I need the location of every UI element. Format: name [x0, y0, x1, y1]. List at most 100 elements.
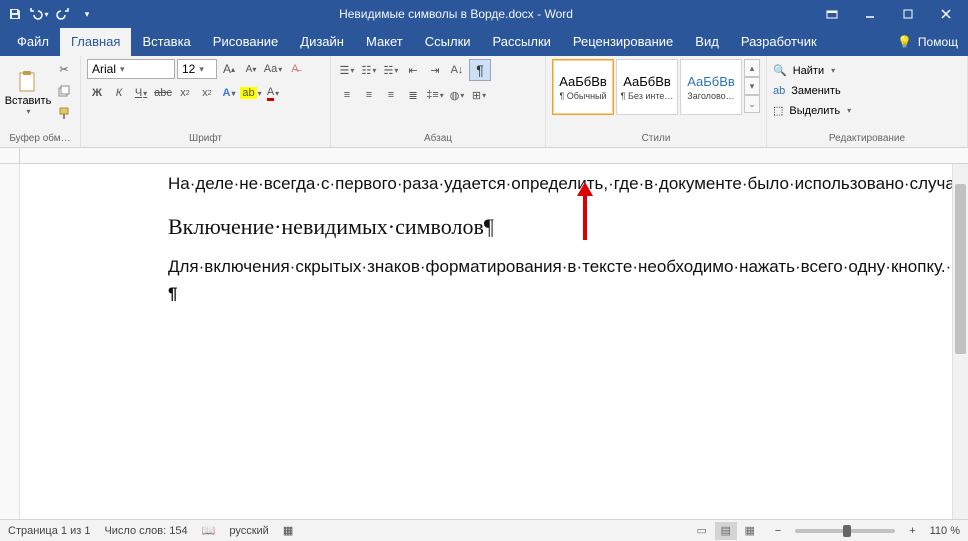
sort-icon[interactable]: A↓: [447, 60, 467, 80]
titlebar: ▾ ▾ Невидимые символы в Ворде.docx - Wor…: [0, 0, 968, 28]
bold-button[interactable]: Ж: [87, 83, 107, 103]
tab-design[interactable]: Дизайн: [289, 28, 355, 56]
decrease-indent-icon[interactable]: ⇤: [403, 60, 423, 80]
change-case-icon[interactable]: Aa▾: [263, 59, 283, 79]
group-font: Arial▾ 12▾ A▴ A▾ Aa▾ A̶ Ж К Ч▾ abc x2 x2…: [81, 56, 331, 147]
redo-icon[interactable]: [52, 3, 74, 25]
subscript-button[interactable]: x2: [175, 83, 195, 103]
bullets-icon[interactable]: ☰▾: [337, 60, 357, 80]
style-normal[interactable]: АаБбВв¶ Обычный: [552, 59, 614, 115]
justify-icon[interactable]: ≣: [403, 85, 423, 105]
cursor-paragraph: ¶: [168, 282, 862, 306]
document-area: На·деле·не·всегда·с·первого·раза·удается…: [0, 164, 968, 519]
lightbulb-icon: 💡: [897, 35, 912, 49]
replace-button[interactable]: abЗаменить: [773, 81, 841, 100]
style-heading1[interactable]: АаБбВвЗаголово…: [680, 59, 742, 115]
italic-button[interactable]: К: [109, 83, 129, 103]
select-icon: ⬚: [773, 104, 783, 117]
vertical-scrollbar[interactable]: [952, 164, 968, 519]
superscript-button[interactable]: x2: [197, 83, 217, 103]
line-spacing-icon[interactable]: ‡≡▾: [425, 85, 445, 105]
grow-font-icon[interactable]: A▴: [219, 59, 239, 79]
group-editing: 🔍Найти▾ abЗаменить ⬚Выделить▾ Редактиров…: [767, 56, 968, 147]
increase-indent-icon[interactable]: ⇥: [425, 60, 445, 80]
strikethrough-button[interactable]: abc: [153, 83, 173, 103]
scroll-thumb[interactable]: [955, 184, 966, 354]
show-hide-marks-button[interactable]: ¶: [469, 59, 491, 81]
align-center-icon[interactable]: ≡: [359, 85, 379, 105]
status-macro-icon[interactable]: ▦: [283, 524, 293, 537]
font-color-icon[interactable]: A▾: [263, 83, 283, 103]
style-no-spacing[interactable]: АаБбВв¶ Без инте…: [616, 59, 678, 115]
minimize-icon[interactable]: [852, 0, 888, 28]
align-right-icon[interactable]: ≡: [381, 85, 401, 105]
save-icon[interactable]: [4, 3, 26, 25]
page-content[interactable]: На·деле·не·всегда·с·первого·раза·удается…: [20, 164, 952, 330]
tab-view[interactable]: Вид: [684, 28, 730, 56]
align-left-icon[interactable]: ≡: [337, 85, 357, 105]
font-size-combo[interactable]: 12▾: [177, 59, 217, 79]
ribbon-tabs: Файл Главная Вставка Рисование Дизайн Ма…: [0, 28, 968, 56]
shrink-font-icon[interactable]: A▾: [241, 59, 261, 79]
tell-me[interactable]: 💡 Помощ: [887, 28, 968, 56]
underline-button[interactable]: Ч▾: [131, 83, 151, 103]
tab-file[interactable]: Файл: [6, 28, 60, 56]
zoom-slider[interactable]: [795, 529, 895, 533]
numbering-icon[interactable]: ☷▾: [359, 60, 379, 80]
horizontal-ruler[interactable]: [0, 148, 968, 164]
tab-home[interactable]: Главная: [60, 28, 131, 56]
status-proofing-icon[interactable]: 📖: [202, 524, 216, 537]
paragraph-body: Для·включения·скрытых·знаков·форматирова…: [168, 255, 862, 279]
read-mode-icon[interactable]: ▭: [691, 522, 713, 540]
text-effects-icon[interactable]: A▾: [219, 83, 239, 103]
tab-layout[interactable]: Макет: [355, 28, 414, 56]
tab-references[interactable]: Ссылки: [414, 28, 482, 56]
status-words[interactable]: Число слов: 154: [104, 525, 187, 537]
tab-insert[interactable]: Вставка: [131, 28, 201, 56]
zoom-in-icon[interactable]: +: [909, 525, 915, 537]
heading: Включение·невидимых·символов¶: [168, 212, 862, 243]
tab-mailings[interactable]: Рассылки: [482, 28, 562, 56]
quick-access-toolbar: ▾ ▾: [4, 3, 98, 25]
zoom-level[interactable]: 110 %: [930, 525, 960, 537]
zoom-out-icon[interactable]: −: [775, 525, 781, 537]
highlight-icon[interactable]: ab▾: [241, 83, 261, 103]
multilevel-icon[interactable]: ☵▾: [381, 60, 401, 80]
paste-button[interactable]: Вставить ▾: [6, 59, 50, 125]
maximize-icon[interactable]: [890, 0, 926, 28]
shading-icon[interactable]: ◍▾: [447, 85, 467, 105]
borders-icon[interactable]: ⊞▾: [469, 85, 489, 105]
undo-icon[interactable]: ▾: [28, 3, 50, 25]
document-scroll[interactable]: На·деле·не·всегда·с·первого·раза·удается…: [20, 164, 952, 519]
group-clipboard: Вставить ▾ ✂ Буфер обм…: [0, 56, 81, 147]
tell-me-label: Помощ: [918, 35, 958, 49]
web-layout-icon[interactable]: ▦: [739, 522, 761, 540]
tab-draw[interactable]: Рисование: [202, 28, 289, 56]
qat-customize-icon[interactable]: ▾: [76, 3, 98, 25]
find-button[interactable]: 🔍Найти▾: [773, 61, 835, 80]
group-paragraph-label: Абзац: [337, 131, 539, 146]
style-expand-icon[interactable]: ⌄: [744, 95, 760, 113]
format-painter-icon[interactable]: [54, 103, 74, 123]
tab-review[interactable]: Рецензирование: [562, 28, 684, 56]
status-page[interactable]: Страница 1 из 1: [8, 525, 90, 537]
print-layout-icon[interactable]: ▤: [715, 522, 737, 540]
replace-icon: ab: [773, 85, 785, 97]
style-scroll-down-icon[interactable]: ▾: [744, 77, 760, 95]
paragraph-body: На·деле·не·всегда·с·первого·раза·удается…: [168, 172, 862, 196]
group-editing-label: Редактирование: [773, 131, 961, 146]
copy-icon[interactable]: [54, 81, 74, 101]
tab-developer[interactable]: Разработчик: [730, 28, 828, 56]
select-button[interactable]: ⬚Выделить▾: [773, 101, 851, 120]
close-icon[interactable]: [928, 0, 964, 28]
paste-label: Вставить: [5, 95, 52, 107]
font-name-combo[interactable]: Arial▾: [87, 59, 175, 79]
group-styles: АаБбВв¶ Обычный АаБбВв¶ Без инте… АаБбВв…: [546, 56, 767, 147]
clear-format-icon[interactable]: A̶: [285, 59, 305, 79]
zoom-thumb[interactable]: [843, 525, 851, 537]
status-language[interactable]: русский: [229, 525, 268, 537]
vertical-ruler[interactable]: [0, 164, 20, 519]
ribbon-display-icon[interactable]: [814, 0, 850, 28]
style-scroll-up-icon[interactable]: ▴: [744, 59, 760, 77]
cut-icon[interactable]: ✂: [54, 59, 74, 79]
